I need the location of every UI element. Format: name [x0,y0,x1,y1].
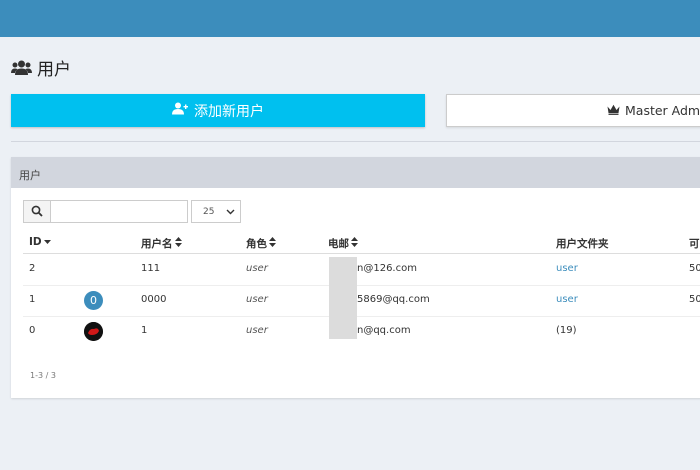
user-plus-icon [172,102,188,119]
sort-desc-icon [43,236,51,248]
users-icon [11,60,32,76]
column-header-extra: 可 [689,238,700,250]
avatar: 0 [84,291,103,310]
cell-role: user [246,325,268,336]
search-button[interactable] [23,200,51,223]
cell-folder-link[interactable]: user [556,294,578,305]
panel-header: 用户 [11,158,700,188]
master-admin-label: Master Admin [625,103,700,118]
add-user-label: 添加新用户 [194,103,264,120]
cell-role: user [246,294,268,305]
cell-username: 111 [141,263,161,274]
search-icon [31,202,43,221]
panel-title: 用户 [19,169,41,182]
page-size-value: 25 [203,206,215,217]
avatar [84,322,103,341]
top-navbar [0,0,700,37]
cell-extra: 50 [689,263,700,274]
pagination-count: 1-3 / 3 [30,371,56,380]
section-divider [11,141,700,142]
cell-id: 0 [29,325,36,336]
page-title: 用户 [11,55,71,80]
cell-email: 5869@qq.com [357,294,430,305]
sort-icon [174,237,182,250]
page-title-text: 用户 [37,60,71,80]
cell-username: 0000 [141,294,167,305]
cell-email: n@126.com [357,263,417,274]
cell-id: 2 [29,263,36,274]
chevron-down-icon [226,207,235,219]
table-header-divider [23,253,700,254]
sort-icon [269,237,276,250]
column-header-folder: 用户文件夹 [556,238,609,250]
redaction-mask [329,257,357,339]
cell-email: n@qq.com [357,325,411,336]
sort-icon [351,237,358,250]
column-header-id[interactable]: ID [29,236,51,248]
add-user-button[interactable]: 添加新用户 [11,94,425,127]
column-header-role[interactable]: 角色 [246,236,276,251]
row-divider [23,316,700,317]
page-size-select[interactable]: 25 [191,200,241,223]
cell-extra: 50 [689,294,700,305]
search-group [23,200,188,223]
crown-icon [607,103,620,118]
cell-role: user [246,263,268,274]
column-header-username[interactable]: 用户名 [141,236,182,251]
row-divider [23,285,700,286]
cell-id: 1 [29,294,36,305]
cell-folder: (19) [556,325,577,336]
cell-username: 1 [141,325,148,336]
master-admin-button[interactable]: Master Admin [446,94,700,127]
cell-folder-link[interactable]: user [556,263,578,274]
users-panel: 用户 25 ID 用户名 角色 电邮 用户文件夹 可 2 111 user n@… [11,157,700,398]
search-input[interactable] [51,200,188,223]
column-header-email[interactable]: 电邮 [328,236,358,251]
